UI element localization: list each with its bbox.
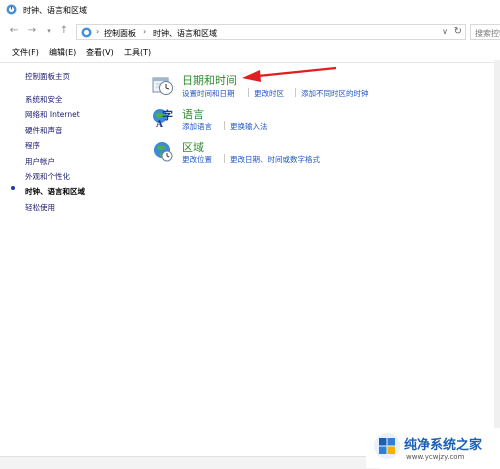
watermark-brand: 纯净系统之家 [404, 438, 483, 453]
category-title-language[interactable]: 语言 [182, 106, 204, 122]
current-item-bullet-icon [11, 186, 15, 190]
menu-file[interactable]: 文件(F) [12, 47, 39, 58]
link-change-input-method[interactable]: 更换输入法 [230, 121, 268, 132]
category-title-date-time[interactable]: 日期和时间 [182, 72, 237, 88]
link-add-language[interactable]: 添加语言 [182, 121, 212, 132]
back-arrow-icon[interactable]: ← [8, 25, 20, 37]
link-separator [248, 88, 249, 97]
link-separator [295, 88, 296, 97]
annotation-red-arrow [242, 66, 337, 82]
breadcrumb-separator: › [143, 27, 147, 36]
up-arrow-icon[interactable]: ↑ [58, 25, 70, 37]
search-input[interactable]: 搜索控制面 [470, 24, 500, 40]
control-panel-icon [6, 4, 17, 15]
menu-bar: 文件(F) 编辑(E) 查看(V) 工具(T) [0, 44, 500, 60]
address-dropdown-icon[interactable]: ∨ [442, 27, 448, 36]
clock-calendar-icon[interactable] [152, 74, 174, 96]
menu-divider [0, 62, 500, 63]
link-separator [224, 154, 225, 163]
link-change-date-time-number-format[interactable]: 更改日期、时间或数字格式 [230, 154, 320, 165]
windows-logo-icon [374, 433, 400, 459]
link-add-clocks[interactable]: 添加不同时区的时钟 [301, 88, 369, 99]
menu-edit[interactable]: 编辑(E) [49, 47, 76, 58]
forward-arrow-icon[interactable]: → [26, 25, 38, 37]
link-change-time-zone[interactable]: 更改时区 [254, 88, 284, 99]
address-bar[interactable]: › 控制面板 › 时钟、语言和区域 ∨ ↻ [76, 24, 466, 40]
recent-locations-chevron-icon[interactable]: ▾ [43, 25, 55, 37]
menu-tools[interactable]: 工具(T) [124, 47, 151, 58]
watermark-url: www.ycwjzy.com [406, 453, 465, 461]
link-change-location[interactable]: 更改位置 [182, 154, 212, 165]
window-edge [494, 60, 500, 468]
category-title-region[interactable]: 区域 [182, 139, 204, 155]
sidebar-item-system-security[interactable]: 系统和安全 [25, 94, 63, 105]
control-panel-icon [81, 27, 92, 38]
svg-text:A: A [155, 120, 164, 128]
breadcrumb-clock-language-region[interactable]: 时钟、语言和区域 [153, 28, 217, 39]
sidebar-item-network[interactable]: 网络和 Internet [25, 109, 80, 120]
svg-text:字: 字 [162, 108, 173, 122]
watermark: 纯净系统之家 www.ycwjzy.com [366, 428, 500, 468]
sidebar-item-home[interactable]: 控制面板主页 [25, 71, 70, 82]
breadcrumb-control-panel[interactable]: 控制面板 [104, 28, 136, 39]
sidebar-item-clock-language-region: 时钟、语言和区域 [25, 187, 85, 196]
sidebar-item-appearance[interactable]: 外观和个性化 [25, 171, 70, 182]
sidebar-item-ease-of-access[interactable]: 轻松使用 [25, 202, 55, 213]
title-bar: 时钟、语言和区域 [0, 0, 500, 20]
status-strip [0, 456, 380, 469]
sidebar-item-user-accounts[interactable]: 用户帐户 [25, 156, 55, 167]
link-set-time-date[interactable]: 设置时间和日期 [182, 88, 235, 99]
language-icon[interactable]: 字 A [152, 106, 174, 128]
sidebar-item-hardware-sound[interactable]: 硬件和声音 [25, 125, 63, 136]
window-title: 时钟、语言和区域 [23, 6, 87, 15]
sidebar-item-programs[interactable]: 程序 [25, 140, 40, 151]
globe-clock-icon[interactable] [152, 140, 174, 162]
breadcrumb-separator: › [96, 27, 100, 36]
link-separator [224, 121, 225, 130]
menu-view[interactable]: 查看(V) [86, 47, 114, 58]
refresh-icon[interactable]: ↻ [454, 26, 462, 37]
